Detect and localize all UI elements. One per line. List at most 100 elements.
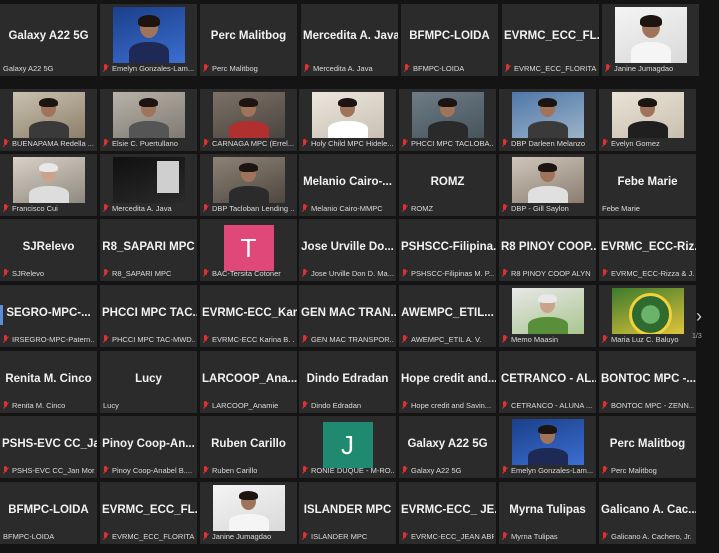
participant-tile[interactable]: Holy Child MPC Hidele... xyxy=(299,89,396,151)
participant-tile[interactable]: R8_SAPARI MPC R8_SAPARI MPC xyxy=(100,219,197,281)
participant-caption: Mercedita A. Java xyxy=(103,203,195,214)
participant-caption: PHCCI MPC TACLOBA... xyxy=(402,138,494,149)
muted-mic-icon xyxy=(502,204,508,213)
participant-tile[interactable]: Francisco Cui xyxy=(0,154,97,216)
participant-name-label: RONIE DUQUE - M-RO... xyxy=(311,466,394,475)
muted-mic-icon xyxy=(203,466,209,475)
participant-tile[interactable]: CETRANCO - AL... CETRANCO - ALUNA ... xyxy=(499,351,596,413)
participant-tile[interactable]: Hope credit and... Hope credit and Savin.… xyxy=(399,351,496,413)
participant-caption: Francisco Cui xyxy=(3,203,95,214)
participant-tile[interactable]: BUENAPAMA Redella ... xyxy=(0,89,97,151)
participant-tile[interactable]: Janine Jumagdao xyxy=(200,482,297,544)
participant-tile[interactable]: Perc Malitbog Perc Malitbog xyxy=(599,416,696,478)
participant-tile[interactable]: Memo Maasin xyxy=(499,285,596,347)
muted-mic-icon xyxy=(3,269,9,278)
participant-display-name: BFMPC-LOIDA xyxy=(409,29,490,42)
participant-name-label: LARCOOP_Anamie xyxy=(212,401,279,410)
participant-tile[interactable]: Maria Luz C. Baluyo xyxy=(599,285,696,347)
participant-tile[interactable]: AWEMPC_ETIL... AWEMPC_ETIL A. V. xyxy=(399,285,496,347)
participant-tile[interactable]: Evelyn Gomez xyxy=(599,89,696,151)
participant-tile[interactable]: Jose Urville Do... Jose Urville Don D. Ma… xyxy=(299,219,396,281)
participant-caption: Memo Maasin xyxy=(502,334,594,345)
participant-tile[interactable]: Mercedita A. Java xyxy=(100,154,197,216)
participant-tile[interactable]: Emelyn Gonzales-Lam... xyxy=(100,4,197,76)
participant-tile[interactable]: DBP - Gill Saylon xyxy=(499,154,596,216)
participant-display-name: Galaxy A22 5G xyxy=(8,29,89,42)
person-body xyxy=(527,448,568,465)
participant-tile[interactable]: Mercedita A. Java Mercedita A. Java xyxy=(301,4,398,76)
participant-name-label: Evelyn Gomez xyxy=(611,139,660,148)
participant-caption: AWEMPC_ETIL A. V. xyxy=(402,334,494,345)
participant-tile[interactable]: BFMPC-LOIDA BFMPC-LOIDA xyxy=(0,482,97,544)
participant-tile[interactable]: Elsie C. Puertullano xyxy=(100,89,197,151)
participant-name-label: BAC-Tersita Cotoner xyxy=(212,269,281,278)
participant-caption: Janine Jumagdao xyxy=(203,531,295,542)
next-page-icon[interactable]: › xyxy=(692,305,706,327)
participant-tile[interactable]: SJRelevo SJRelevo xyxy=(0,219,97,281)
participant-tile[interactable]: DBP Tacloban Lending ... xyxy=(200,154,297,216)
participant-tile[interactable]: Perc Malitbog Perc Malitbog xyxy=(200,4,297,76)
participant-display-name: R8 PINOY COOP... xyxy=(501,241,596,254)
participant-tile[interactable]: SEGRO-MPC-... IRSEGRO-MPC-Patern... xyxy=(0,285,97,347)
participant-name-label: ISLANDER MPC xyxy=(311,532,368,541)
participant-tile[interactable]: T BAC-Tersita Cotoner xyxy=(200,219,297,281)
participant-tile[interactable]: Renita M. Cinco Renita M. Cinco xyxy=(0,351,97,413)
participant-tile[interactable]: EVRMC_ECC-Riz... EVRMC_ECC-Rizza & J... xyxy=(599,219,696,281)
participant-tile[interactable]: ISLANDER MPC ISLANDER MPC xyxy=(299,482,396,544)
participant-name-label: Lucy xyxy=(103,401,119,410)
participant-tile[interactable]: ROMZ ROMZ xyxy=(399,154,496,216)
participant-tile[interactable]: LARCOOP_Ana... LARCOOP_Anamie xyxy=(200,351,297,413)
participant-tile[interactable]: Lucy Lucy xyxy=(100,351,197,413)
participant-tile[interactable]: Janine Jumagdao xyxy=(602,4,699,76)
participant-tile[interactable]: Febe Marie Febe Marie xyxy=(599,154,696,216)
participant-tile[interactable]: PHCCI MPC TACLOBA... xyxy=(399,89,496,151)
participant-tile[interactable]: Galaxy A22 5G Galaxy A22 5G xyxy=(0,4,97,76)
participant-tile[interactable]: R8 PINOY COOP... R8 PINOY COOP ALYN xyxy=(499,219,596,281)
participant-tile[interactable]: BFMPC-LOIDA BFMPC-LOIDA xyxy=(401,4,498,76)
participant-name-label: Perc Malitbog xyxy=(611,466,657,475)
participant-tile[interactable]: Galaxy A22 5G Galaxy A22 5G xyxy=(399,416,496,478)
participant-caption: CETRANCO - ALUNA ... xyxy=(502,400,594,411)
participant-tile[interactable]: PSHS-EVC CC_Ja... PSHS-EVC CC_Jan Mor... xyxy=(0,416,97,478)
participant-display-name: AWEMPC_ETIL... xyxy=(401,307,494,320)
muted-mic-icon xyxy=(203,335,209,344)
offscreen-tile-edge xyxy=(0,305,3,325)
participant-tile[interactable]: EVRMC-ECC_ JE... EVRMC-ECC_JEAN ABRIA xyxy=(399,482,496,544)
participant-display-name: EVRMC-ECC_Kar... xyxy=(202,307,297,320)
participant-tile[interactable]: EVRMC-ECC_Kar... EVRMC-ECC Karina B. ... xyxy=(200,285,297,347)
person-head xyxy=(39,98,58,117)
participant-name-label: EVRMC_ECC_FLORITA ... xyxy=(514,64,597,73)
participant-tile[interactable]: Melanio Cairo-... Melanio Cairo-MMPC xyxy=(299,154,396,216)
participant-tile[interactable]: PSHSCC-Filipina... PSHSCC-Filipinas M. P.… xyxy=(399,219,496,281)
participant-display-name: Febe Marie xyxy=(617,176,678,189)
participant-tile[interactable]: Ruben Carillo Ruben Carillo xyxy=(200,416,297,478)
participant-display-name: CETRANCO - AL... xyxy=(501,373,596,386)
muted-mic-icon xyxy=(402,139,408,148)
participant-name-label: EVRMC-ECC_JEAN ABRIA xyxy=(411,532,494,541)
participant-tile[interactable]: EVRMC_ECC_FL... EVRMC_ECC_FLORITA ... xyxy=(100,482,197,544)
muted-mic-icon xyxy=(3,204,9,213)
participant-tile[interactable]: Dindo Edradan Dindo Edradan xyxy=(299,351,396,413)
participant-tile[interactable]: Emelyn Gonzales-Lam... xyxy=(499,416,596,478)
person-head xyxy=(639,15,662,38)
person-head xyxy=(538,294,557,313)
participant-tile[interactable]: EVRMC_ECC_FL... EVRMC_ECC_FLORITA ... xyxy=(502,4,599,76)
participant-caption: PSHS-EVC CC_Jan Mor... xyxy=(3,465,95,476)
participant-tile[interactable]: Galicano A. Cac... Galicano A. Cachero, J… xyxy=(599,482,696,544)
participant-tile[interactable]: DBP Darleen Melanzo xyxy=(499,89,596,151)
participant-tile[interactable]: Myrna Tulipas Myrna Tulipas xyxy=(499,482,596,544)
participant-tile[interactable]: BONTOC MPC -... BONTOC MPC - ZENN... xyxy=(599,351,696,413)
participant-display-name: PSHS-EVC CC_Ja... xyxy=(2,438,97,451)
muted-mic-icon xyxy=(203,64,209,73)
participant-tile[interactable]: J RONIE DUQUE - M-RO... xyxy=(299,416,396,478)
participant-name-label: AWEMPC_ETIL A. V. xyxy=(411,335,482,344)
participant-caption: Emelyn Gonzales-Lam... xyxy=(502,465,594,476)
participant-tile[interactable]: Pinoy Coop-An... Pinoy Coop-Anabel B.... xyxy=(100,416,197,478)
participant-name-label: PSHSCC-Filipinas M. P... xyxy=(411,269,494,278)
person-head xyxy=(137,15,160,38)
participant-tile[interactable]: CARNAGA MPC (Errel... xyxy=(200,89,297,151)
participant-tile[interactable]: GEN MAC TRAN... GEN MAC TRANSPOR... xyxy=(299,285,396,347)
participant-caption: Galicano A. Cachero, Jr. xyxy=(602,531,694,542)
participant-display-name: ROMZ xyxy=(430,176,465,189)
participant-tile[interactable]: PHCCI MPC TAC... PHCCI MPC TAC-MWD... xyxy=(100,285,197,347)
